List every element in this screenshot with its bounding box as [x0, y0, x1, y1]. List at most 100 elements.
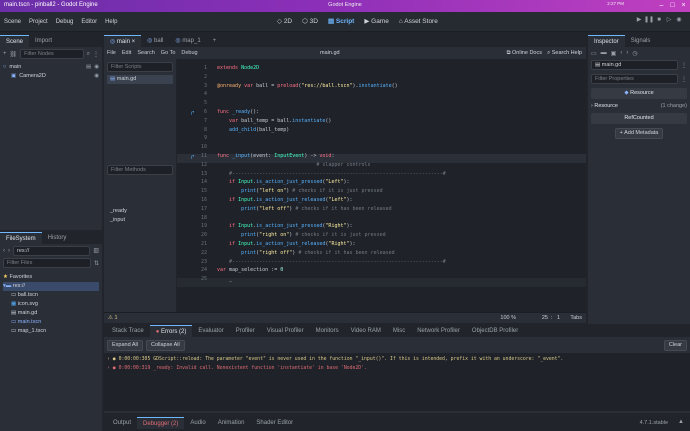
object-menu-icon[interactable]: ⋮ — [681, 62, 687, 69]
bottom-tab-animation[interactable]: Animation — [212, 417, 251, 429]
pin-icon[interactable]: ▲ — [678, 419, 684, 425]
zoom-level[interactable]: 100 % — [500, 315, 516, 321]
filter-menu-icon[interactable]: ⋮ — [681, 76, 687, 83]
fs-map1-tscn[interactable]: ▭ map_1.tscn — [3, 327, 99, 336]
script-list-item[interactable]: ▤ main.gd — [107, 75, 173, 84]
search-help-button[interactable]: ⌕ Search Help — [547, 50, 582, 57]
workspace-3d[interactable]: ⬡ 3D — [302, 17, 318, 25]
menu-help[interactable]: Help — [105, 19, 117, 25]
forward-icon[interactable]: › — [8, 248, 10, 254]
filter-properties-input[interactable]: Filter Properties — [591, 74, 678, 84]
tab-history[interactable]: History — [42, 232, 73, 244]
path-field[interactable]: res:// — [13, 245, 91, 256]
workspace-asset-store[interactable]: ⌂ Asset Store — [399, 18, 438, 25]
code-editor[interactable]: ↱ ↱ 1 extends Node2D 2 3 @onready var ball =… — [177, 59, 586, 323]
tab-profiler[interactable]: Profiler — [230, 325, 261, 337]
indent-mode[interactable]: Tabs — [570, 315, 582, 321]
open-icon[interactable]: ▬ — [601, 50, 607, 56]
fs-main-gd[interactable]: ▤ main.gd — [3, 309, 99, 318]
resource-section-header[interactable]: ◆ Resource — [591, 88, 687, 99]
script-tab-main[interactable]: ◎ main × — [104, 35, 142, 47]
tab-visual-profiler[interactable]: Visual Profiler — [261, 325, 310, 337]
tab-errors[interactable]: ● Errors (2) — [149, 325, 193, 337]
link-icon[interactable]: ⛓ — [10, 51, 18, 58]
tab-signals[interactable]: Signals — [625, 35, 657, 47]
history-icon[interactable]: ◷ — [632, 50, 637, 57]
bottom-tab-output[interactable]: Output — [107, 417, 137, 429]
movie-icon[interactable]: ◉ — [674, 16, 684, 23]
visibility-icon[interactable]: ◉ — [94, 72, 99, 81]
stop-icon[interactable]: ■ — [654, 17, 664, 23]
refcounted-section-header[interactable]: RefCounted — [591, 113, 687, 124]
menu-editor[interactable]: Editor — [81, 19, 97, 25]
new-tab-icon[interactable]: + — [207, 35, 223, 47]
node-camera2d[interactable]: ▣ Camera2D ◉ — [3, 72, 99, 81]
workspace-2d[interactable]: ◇ 2D — [277, 17, 292, 25]
visibility-icon[interactable]: ◉ — [94, 63, 99, 72]
fs-favorites[interactable]: ★ Favorites — [3, 273, 99, 282]
pause-icon[interactable]: ❚❚ — [644, 16, 654, 23]
menu-icon[interactable]: ⋮ — [93, 51, 99, 58]
back-icon[interactable]: ‹ — [620, 50, 622, 56]
fs-main-tscn[interactable]: ▭ main.tscn — [3, 318, 99, 327]
workspace-game[interactable]: ▶ Game — [364, 17, 389, 25]
script-menu-file[interactable]: File — [107, 50, 116, 56]
menu-scene[interactable]: Scene — [4, 19, 21, 25]
tab-stack-trace[interactable]: Stack Trace — [106, 325, 150, 337]
maximize-icon[interactable]: □ — [668, 2, 677, 10]
back-icon[interactable]: ‹ — [3, 248, 5, 254]
split-icon[interactable]: ▥ — [93, 247, 99, 254]
script-attached-icon[interactable]: ▤ — [86, 63, 91, 72]
script-tab-map1[interactable]: ◎ map_1 — [169, 35, 206, 47]
bottom-tab-shader-editor[interactable]: Shader Editor — [250, 417, 299, 429]
sort-icon[interactable]: ⇅ — [94, 260, 99, 267]
filter-nodes-input[interactable]: Filter Nodes — [20, 49, 84, 59]
tab-scene[interactable]: Scene — [0, 35, 30, 47]
script-menu-goto[interactable]: Go To — [161, 50, 176, 56]
filter-methods-input[interactable]: Filter Methods — [107, 165, 173, 175]
tab-objectdb-profiler[interactable]: ObjectDB Profiler — [466, 325, 524, 337]
menu-debug[interactable]: Debug — [56, 19, 74, 25]
filter-files-input[interactable]: Filter Files — [3, 258, 91, 268]
tab-filesystem[interactable]: FileSystem — [0, 232, 42, 244]
fs-res-root[interactable]: ▾▬ res:// — [3, 282, 99, 291]
save-icon[interactable]: ▣ — [611, 50, 617, 57]
play-scene-icon[interactable]: ▷ — [664, 16, 674, 23]
filter-scripts-input[interactable]: Filter Scripts — [107, 62, 173, 72]
bottom-tab-audio[interactable]: Audio — [184, 417, 211, 429]
inspected-object[interactable]: ▤ main.gd — [591, 60, 678, 70]
tab-network-profiler[interactable]: Network Profiler — [411, 325, 466, 337]
tab-misc[interactable]: Misc — [387, 325, 411, 337]
fs-ball-tscn[interactable]: ▭ ball.tscn — [3, 291, 99, 300]
error-row[interactable]: › ● 0:00:00:319 _ready: Invalid call. No… — [107, 364, 687, 373]
search-icon[interactable]: ⌕ — [87, 51, 90, 58]
tab-inspector[interactable]: Inspector — [588, 35, 625, 47]
collapse-all-button[interactable]: Collapse All — [146, 339, 185, 351]
new-resource-icon[interactable]: ▭ — [591, 50, 597, 57]
fs-icon-svg[interactable]: ▦ icon.svg — [3, 300, 99, 309]
method-input[interactable]: _input — [107, 216, 127, 225]
resource-group[interactable]: › Resource (1 change) — [591, 101, 687, 111]
clear-button[interactable]: Clear — [663, 339, 687, 351]
close-icon[interactable]: × — [132, 39, 136, 45]
forward-icon[interactable]: › — [626, 50, 628, 56]
script-tab-ball[interactable]: ◎ ball — [141, 35, 169, 47]
bottom-tab-debugger[interactable]: Debugger (2) — [137, 417, 185, 429]
play-icon[interactable]: ▶ — [634, 16, 644, 23]
script-menu-search[interactable]: Search — [137, 50, 154, 56]
workspace-script[interactable]: ▤ Script — [328, 17, 354, 25]
script-menu-edit[interactable]: Edit — [122, 50, 131, 56]
menu-project[interactable]: Project — [29, 19, 48, 25]
add-metadata-button[interactable]: + Add Metadata — [614, 128, 664, 139]
tab-monitors[interactable]: Monitors — [310, 325, 345, 337]
error-row[interactable]: › ● 0:00:00:305 GDScript::reload: The pa… — [107, 355, 687, 364]
tab-import[interactable]: Import — [29, 35, 58, 47]
node-main[interactable]: ○ main ▤ ◉ — [3, 63, 99, 72]
script-menu-debug[interactable]: Debug — [181, 50, 197, 56]
tab-evaluator[interactable]: Evaluator — [192, 325, 229, 337]
expand-all-button[interactable]: Expand All — [107, 339, 143, 351]
method-ready[interactable]: _ready — [107, 207, 127, 216]
online-docs-link[interactable]: ⧉ Online Docs — [507, 50, 542, 57]
tab-video-ram[interactable]: Video RAM — [345, 325, 387, 337]
close-icon[interactable]: × — [679, 2, 688, 10]
